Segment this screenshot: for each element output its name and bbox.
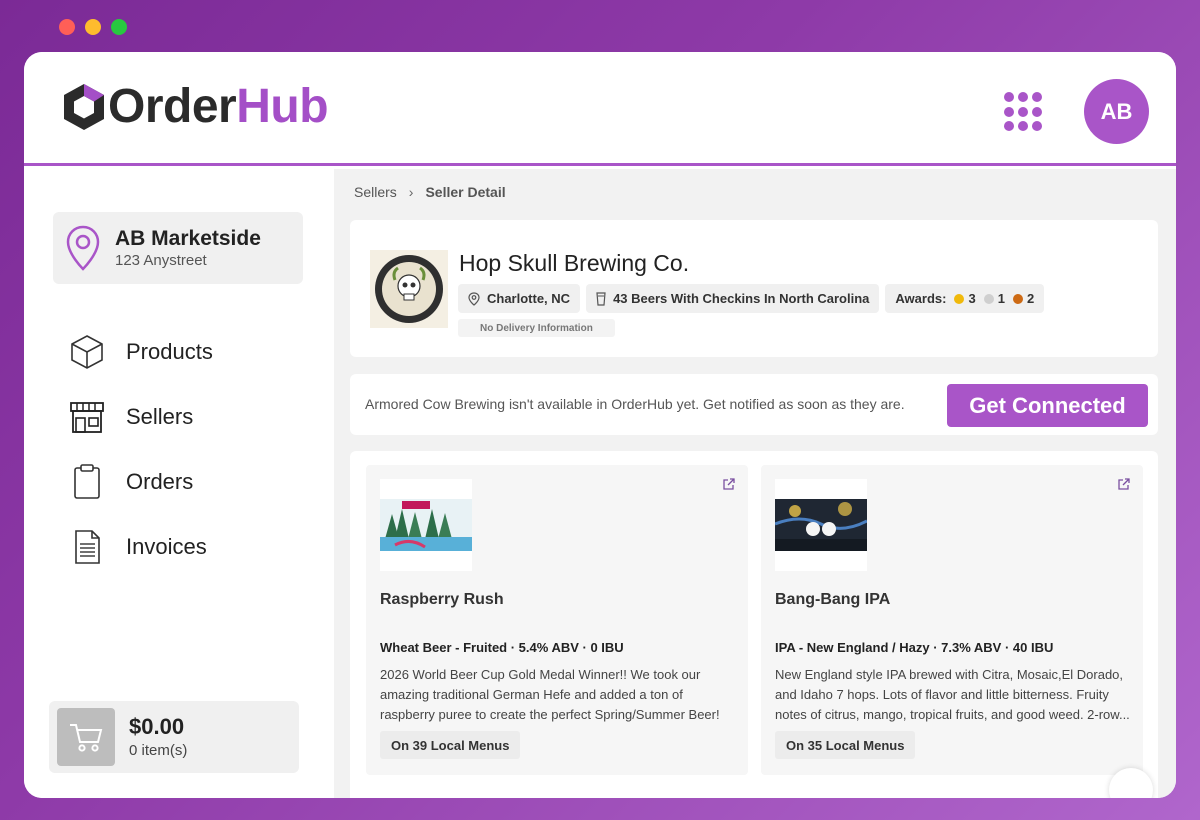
seller-logo — [370, 250, 448, 328]
silver-medal-icon — [983, 293, 994, 304]
awards-gold-count: 3 — [968, 291, 976, 306]
product-menus-badge: On 35 Local Menus — [775, 731, 916, 759]
bronze-medal-icon — [1012, 293, 1023, 304]
sidebar: AB Marketside 123 Anystreet Products Sel… — [24, 169, 334, 798]
get-connected-button[interactable]: Get Connected — [947, 384, 1148, 427]
glass-icon — [596, 291, 606, 306]
main-content: Sellers › Seller Detail Hop Skull Brewin… — [334, 169, 1176, 798]
logo-order-text: Order — [108, 80, 237, 133]
delivery-info-badge: No Delivery Information — [458, 319, 615, 337]
cart-total: $0.00 — [129, 714, 185, 740]
products-grid: Raspberry Rush Wheat Beer - Fruited · 5.… — [350, 451, 1158, 798]
chevron-right-icon: › — [408, 184, 414, 200]
document-icon — [75, 529, 100, 564]
sidebar-item-label: Orders — [126, 468, 194, 494]
cube-logo-icon — [64, 84, 104, 130]
product-image — [380, 479, 472, 571]
breadcrumb: Sellers › Seller Detail — [354, 184, 506, 200]
location-pin-icon — [468, 291, 480, 306]
location-address: 123 Anystreet — [115, 251, 207, 269]
seller-card: Hop Skull Brewing Co. Charlotte, NC 43 B… — [350, 220, 1158, 357]
location-selector[interactable]: AB Marketside 123 Anystreet — [53, 212, 303, 284]
seller-beers: 43 Beers With Checkins In North Carolina — [613, 291, 870, 306]
external-link-icon[interactable] — [1117, 477, 1131, 491]
sidebar-item-products[interactable]: Products — [68, 319, 213, 384]
sidebar-item-sellers[interactable]: Sellers — [68, 384, 213, 449]
apps-grid-icon[interactable] — [1004, 92, 1044, 132]
storefront-icon — [70, 401, 104, 433]
notify-banner: Armored Cow Brewing isn't available in O… — [350, 374, 1158, 435]
maximize-window-button[interactable] — [111, 19, 127, 35]
product-meta: IPA - New England / Hazy · 7.3% ABV · 40… — [775, 640, 1054, 655]
awards-bronze-count: 2 — [1026, 291, 1035, 306]
clipboard-icon — [74, 463, 100, 499]
minimize-window-button[interactable] — [85, 19, 101, 35]
awards-chip: Awards: 3 1 2 — [885, 284, 1045, 313]
product-description: 2026 World Beer Cup Gold Medal Winner!! … — [380, 667, 720, 722]
beers-chip: 43 Beers With Checkins In North Carolina — [586, 284, 880, 313]
logo-hub-text: Hub — [236, 80, 329, 133]
cube-icon — [71, 334, 103, 369]
orderhub-logo[interactable]: Order Hub — [60, 80, 329, 133]
sidebar-item-label: Sellers — [126, 403, 194, 429]
map-pin-icon — [66, 225, 100, 271]
close-window-button[interactable] — [59, 19, 75, 35]
sidebar-item-label: Invoices — [126, 533, 207, 559]
seller-location: Charlotte, NC — [487, 291, 571, 306]
breadcrumb-sellers-link[interactable]: Sellers — [354, 184, 397, 200]
product-name: Raspberry Rush — [380, 591, 504, 608]
breadcrumb-current: Seller Detail — [425, 184, 506, 200]
notify-text: Armored Cow Brewing isn't available in O… — [365, 396, 905, 412]
product-meta: Wheat Beer - Fruited · 5.4% ABV · 0 IBU — [380, 640, 624, 655]
product-menus-badge: On 39 Local Menus — [380, 731, 521, 759]
product-card[interactable]: Bang-Bang IPA IPA - New England / Hazy ·… — [761, 465, 1143, 775]
top-header: Order Hub AB — [24, 52, 1176, 166]
product-card[interactable]: Raspberry Rush Wheat Beer - Fruited · 5.… — [366, 465, 748, 775]
external-link-icon[interactable] — [722, 477, 736, 491]
gold-medal-icon — [954, 293, 965, 304]
app-window: Order Hub AB AB Marketside 123 Anystreet — [24, 52, 1176, 798]
sidebar-item-orders[interactable]: Orders — [68, 449, 213, 514]
awards-silver-count: 1 — [997, 291, 1005, 306]
sidebar-item-label: Products — [126, 338, 213, 364]
seller-info-chips: Charlotte, NC 43 Beers With Checkins In … — [458, 284, 1045, 313]
product-image — [774, 479, 868, 571]
user-avatar[interactable]: AB — [1084, 79, 1149, 144]
shopping-cart-icon — [57, 708, 115, 766]
cart-summary[interactable]: $0.00 0 item(s) — [49, 701, 299, 773]
sidebar-item-invoices[interactable]: Invoices — [68, 514, 213, 579]
location-chip: Charlotte, NC — [458, 284, 581, 313]
cart-item-count: 0 item(s) — [129, 741, 188, 759]
sidebar-nav: Products Sellers Orders Invoices — [68, 319, 213, 579]
awards-label: Awards: — [895, 291, 947, 306]
seller-name: Hop Skull Brewing Co. — [459, 250, 690, 276]
location-name: AB Marketside — [115, 227, 261, 251]
product-description: New England style IPA brewed with Citra,… — [775, 667, 1130, 722]
window-controls — [59, 19, 127, 35]
product-name: Bang-Bang IPA — [775, 591, 891, 608]
